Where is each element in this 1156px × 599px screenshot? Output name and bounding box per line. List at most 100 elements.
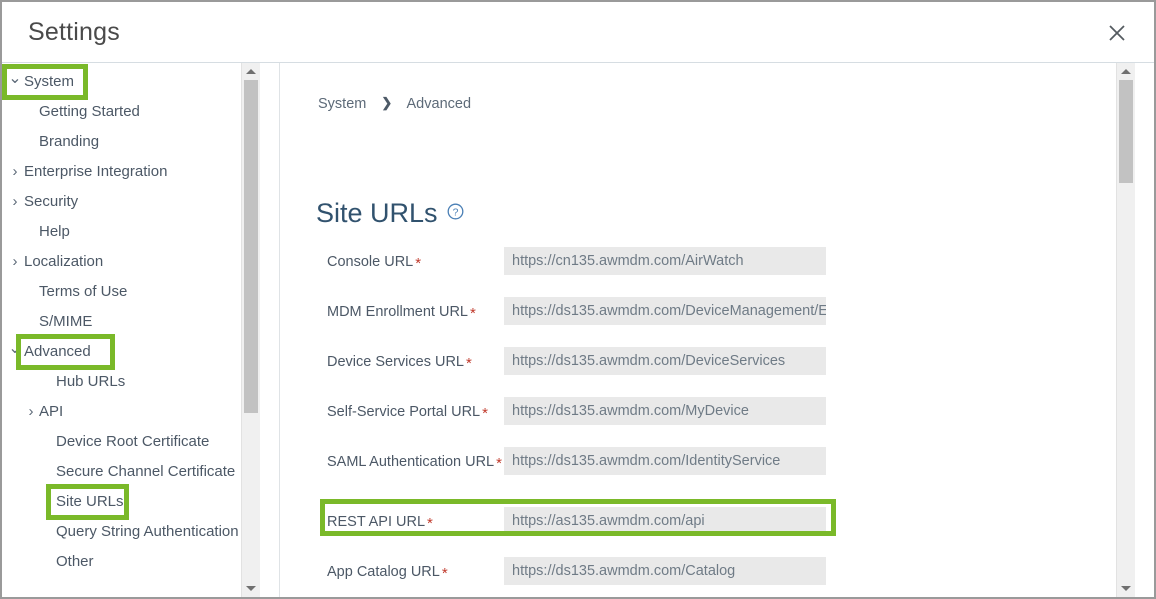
- sidebar-item-site-urls[interactable]: Site URLs: [2, 487, 260, 517]
- required-marker: *: [441, 565, 448, 582]
- sidebar-item-label: Terms of Use: [39, 283, 128, 300]
- sidebar-item-s-mime[interactable]: S/MIME: [2, 307, 260, 337]
- url-input[interactable]: https://ds135.awmdm.com/DeviceManagement…: [504, 297, 826, 325]
- sidebar-item-branding[interactable]: Branding: [2, 127, 260, 157]
- sidebar-item-label: Advanced: [24, 343, 91, 360]
- url-input[interactable]: https://ds135.awmdm.com/DeviceServices: [504, 347, 826, 375]
- field-label-text: MDM Enrollment URL: [327, 304, 468, 320]
- site-urls-form: Console URL * https://cn135.awmdm.com/AirW…: [280, 247, 1135, 597]
- form-row: App Catalog URL * https://ds135.awmdm.com/…: [280, 557, 1135, 597]
- chevron-down-icon[interactable]: ⌄: [6, 337, 24, 361]
- sidebar-item-security[interactable]: › Security: [2, 187, 260, 217]
- form-row: Self-Service Portal URL * https://ds135.aw…: [280, 397, 1135, 453]
- sidebar-scrollbar[interactable]: [241, 63, 260, 597]
- required-marker: *: [427, 515, 433, 532]
- sidebar-item-hub-urls[interactable]: Hub URLs: [2, 367, 260, 397]
- form-row: MDM Enrollment URL * https://ds135.awmdm.c…: [280, 297, 1135, 353]
- settings-content-pane: System ❯ Advanced Site URLs? Console URL…: [280, 63, 1135, 597]
- chevron-right-icon[interactable]: ›: [22, 397, 40, 427]
- sidebar-item-label: Getting Started: [39, 103, 140, 120]
- required-marker: *: [470, 305, 476, 322]
- sidebar-item-label: API: [39, 403, 64, 420]
- settings-sidebar: ⌄ System Getting Started Branding › Enterpris…: [2, 63, 260, 597]
- content-scroll-up-icon[interactable]: [1117, 63, 1135, 80]
- sidebar-item-system[interactable]: ⌄ System: [2, 67, 260, 97]
- required-marker: *: [466, 355, 472, 372]
- field-label-text: Console URL: [327, 254, 414, 270]
- sidebar-item-label: Site URLs: [56, 493, 124, 510]
- chevron-right-icon[interactable]: ›: [6, 247, 24, 277]
- svg-text:?: ?: [452, 206, 458, 218]
- field-label: Console URL *: [327, 253, 507, 273]
- modal-body: ⌄ System Getting Started Branding › Enterpris…: [2, 63, 1154, 597]
- field-label-text: App Catalog URL: [327, 564, 440, 580]
- sidebar-item-other[interactable]: Other: [2, 547, 260, 577]
- field-label: MDM Enrollment URL *: [327, 303, 507, 323]
- sidebar-item-label: S/MIME: [39, 313, 93, 330]
- breadcrumb-item-system[interactable]: System: [318, 96, 366, 112]
- form-row: SAML Authentication URL * https://ds135.aw…: [280, 447, 1135, 513]
- sidebar-item-terms-of-use[interactable]: Terms of Use: [2, 277, 260, 307]
- sidebar-item-getting-started[interactable]: Getting Started: [2, 97, 260, 127]
- field-label-text: Device Services URL: [327, 354, 464, 370]
- sidebar-item-label: Localization: [24, 253, 104, 270]
- close-icon[interactable]: [1100, 16, 1134, 50]
- url-input[interactable]: https://as135.awmdm.com/api: [504, 507, 826, 535]
- page-title: Site URLs?: [316, 196, 464, 229]
- breadcrumb-separator-icon: ❯: [381, 95, 393, 110]
- form-row: REST API URL * https://as135.awmdm.com/api: [280, 499, 1135, 563]
- sidebar-item-query-string-authentication[interactable]: Query String Authentication: [2, 517, 260, 547]
- field-label-text: REST API URL: [327, 514, 426, 530]
- sidebar-item-api[interactable]: › API: [2, 397, 260, 427]
- field-label: Device Services URL *: [327, 353, 507, 373]
- sidebar-item-label: Enterprise Integration: [24, 163, 168, 180]
- sidebar-item-label: Help: [39, 223, 70, 240]
- required-marker: *: [496, 455, 502, 472]
- sidebar-item-label: Device Root Certificate: [56, 433, 210, 450]
- page-header-title: Settings: [28, 18, 120, 46]
- sidebar-scroll-up-icon[interactable]: [242, 63, 260, 80]
- sidebar-item-label: Secure Channel Certificate: [56, 463, 236, 480]
- sidebar-item-help[interactable]: Help: [2, 217, 260, 247]
- field-label-text: Self-Service Portal URL: [327, 404, 481, 420]
- url-input[interactable]: https://ds135.awmdm.com/Catalog: [504, 557, 826, 585]
- sidebar-item-secure-channel-certificate[interactable]: Secure Channel Certificate: [2, 457, 260, 487]
- field-label: REST API URL *: [327, 513, 507, 533]
- sidebar-item-device-root-certificate[interactable]: Device Root Certificate: [2, 427, 260, 457]
- field-label: SAML Authentication URL *: [327, 453, 507, 473]
- field-label: Self-Service Portal URL *: [327, 403, 507, 423]
- sidebar-scroll-thumb[interactable]: [244, 80, 258, 413]
- sidebar-item-localization[interactable]: › Localization: [2, 247, 260, 277]
- breadcrumb-item-advanced[interactable]: Advanced: [407, 96, 472, 112]
- form-row: Console URL * https://cn135.awmdm.com/AirW…: [280, 247, 1135, 303]
- sidebar-item-label: Other: [56, 553, 94, 570]
- content-scrollbar[interactable]: [1116, 63, 1135, 597]
- sidebar-item-advanced[interactable]: ⌄ Advanced: [2, 337, 260, 367]
- sidebar-item-label: Branding: [39, 133, 100, 150]
- modal-header: Settings: [2, 2, 1154, 63]
- sidebar-item-label: System: [24, 73, 75, 90]
- page-title-text: Site URLs: [316, 198, 438, 228]
- help-circle-icon[interactable]: ?: [447, 196, 464, 227]
- breadcrumb: System ❯ Advanced: [318, 95, 472, 112]
- chevron-right-icon[interactable]: ›: [6, 157, 24, 187]
- field-label: App Catalog URL *: [327, 563, 507, 583]
- content-scroll-down-icon[interactable]: [1117, 580, 1135, 597]
- sidebar-item-label: Query String Authentication: [56, 523, 239, 540]
- chevron-right-icon[interactable]: ›: [6, 187, 24, 217]
- settings-nav-list: ⌄ System Getting Started Branding › Enterpris…: [2, 63, 260, 577]
- required-marker: *: [415, 255, 422, 272]
- sidebar-item-label: Hub URLs: [56, 373, 126, 390]
- sidebar-scroll-down-icon[interactable]: [242, 580, 260, 597]
- sidebar-item-label: Security: [24, 193, 79, 210]
- field-label-text: SAML Authentication URL: [327, 454, 495, 470]
- settings-modal: Settings ⌄ System Getting Started Branding ›…: [0, 0, 1156, 599]
- chevron-down-icon[interactable]: ⌄: [6, 67, 24, 91]
- content-scroll-thumb[interactable]: [1119, 80, 1133, 183]
- url-input[interactable]: https://ds135.awmdm.com/IdentityService: [504, 447, 826, 475]
- sidebar-item-enterprise-integration[interactable]: › Enterprise Integration: [2, 157, 260, 187]
- form-row: Device Services URL * https://ds135.awmdm.…: [280, 347, 1135, 403]
- url-input[interactable]: https://cn135.awmdm.com/AirWatch: [504, 247, 826, 275]
- url-input[interactable]: https://ds135.awmdm.com/MyDevice: [504, 397, 826, 425]
- required-marker: *: [482, 405, 488, 422]
